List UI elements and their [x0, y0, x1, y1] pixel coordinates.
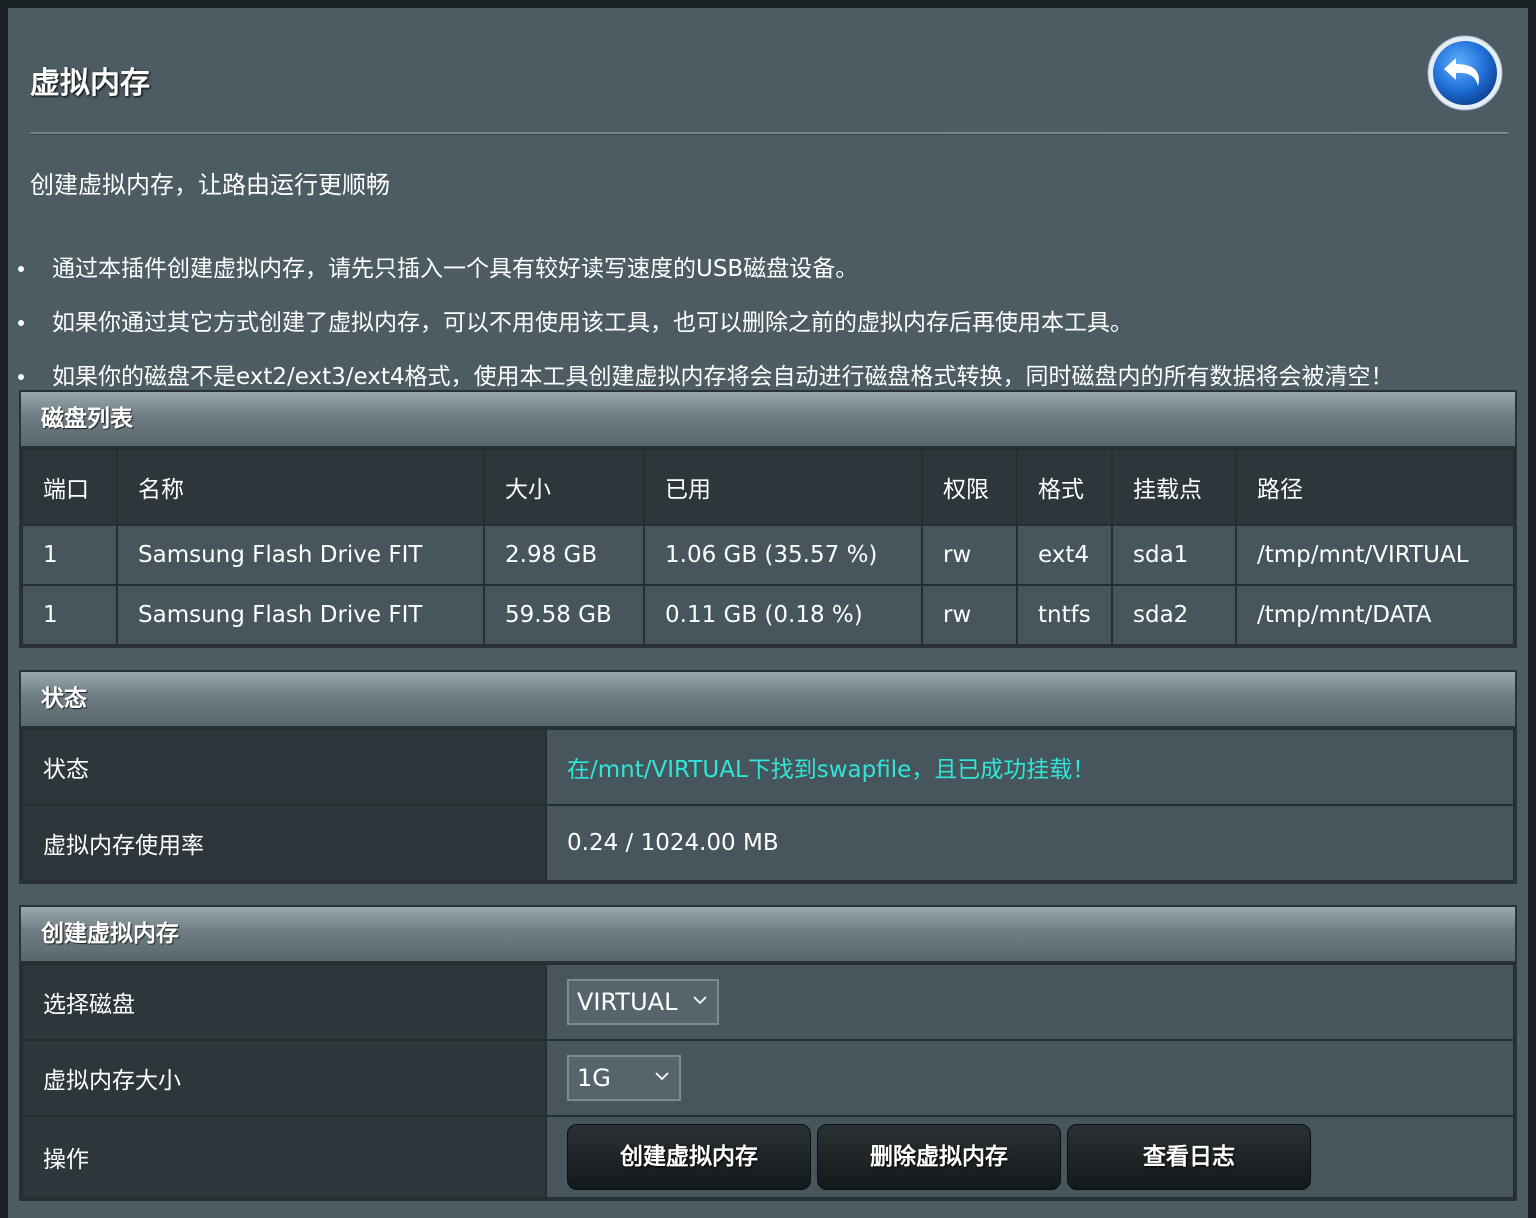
table-cell: 0.11 GB (0.18 %) [643, 584, 923, 646]
delete-swap-button[interactable]: 删除虚拟内存 [817, 1124, 1061, 1190]
column-header: 大小 [483, 448, 645, 526]
table-cell: 1.06 GB (35.57 %) [643, 524, 923, 586]
chevron-down-icon [693, 996, 707, 1005]
table-cell: rw [921, 584, 1018, 646]
page-title: 虚拟内存 [30, 66, 150, 101]
status-header: 状态 [21, 672, 1515, 728]
create-table: 选择磁盘 VIRTUAL 虚拟内存大小 1G 操作 创建虚拟内存 删除虚拟内存 … [21, 963, 1515, 1199]
column-header: 端口 [21, 448, 118, 526]
bullet-icon [18, 266, 24, 272]
column-header: 权限 [921, 448, 1018, 526]
action-label: 操作 [21, 1115, 547, 1199]
size-select[interactable]: 1G [567, 1055, 681, 1101]
table-cell: 1 [21, 524, 118, 586]
title-divider [30, 132, 1508, 135]
note-item: 如果你通过其它方式创建了虚拟内存，可以不用使用该工具，也可以删除之前的虚拟内存后… [8, 304, 1394, 358]
column-header: 格式 [1016, 448, 1113, 526]
table-cell: /tmp/mnt/VIRTUAL [1235, 524, 1515, 586]
column-header: 已用 [643, 448, 923, 526]
table-row: 操作 创建虚拟内存 删除虚拟内存 查看日志 [21, 1115, 1515, 1199]
create-section: 创建虚拟内存 选择磁盘 VIRTUAL 虚拟内存大小 1G 操作 创建虚拟内存 … [19, 905, 1517, 1201]
status-section: 状态 状态 在/mnt/VIRTUAL下找到swapfile，且已成功挂载！ 虚… [19, 670, 1517, 884]
disk-select[interactable]: VIRTUAL [567, 979, 719, 1025]
table-cell: ext4 [1016, 524, 1113, 586]
table-cell: 59.58 GB [483, 584, 645, 646]
table-cell: 2.98 GB [483, 524, 645, 586]
disk-table: 端口 名称 大小 已用 权限 格式 挂载点 路径 1 Samsung Flash… [21, 448, 1515, 646]
usage-value: 0.24 / 1024.00 MB [545, 804, 1515, 882]
status-value: 在/mnt/VIRTUAL下找到swapfile，且已成功挂载！ [545, 728, 1515, 806]
back-button[interactable] [1426, 34, 1504, 112]
table-cell: 1 [21, 584, 118, 646]
table-cell: sda2 [1111, 584, 1237, 646]
main-panel: 虚拟内存 创建虚拟内存，让路由运行更顺畅 通过本插件创建虚拟内存，请先只插入一个… [8, 8, 1528, 1218]
create-swap-button[interactable]: 创建虚拟内存 [567, 1124, 811, 1190]
create-header: 创建虚拟内存 [21, 907, 1515, 963]
table-cell: tntfs [1016, 584, 1113, 646]
chevron-down-icon [655, 1072, 669, 1081]
view-log-button[interactable]: 查看日志 [1067, 1124, 1311, 1190]
table-row: 状态 在/mnt/VIRTUAL下找到swapfile，且已成功挂载！ [21, 728, 1515, 806]
disk-list-header: 磁盘列表 [21, 392, 1515, 448]
bullet-icon [18, 374, 24, 380]
table-row: 1 Samsung Flash Drive FIT 2.98 GB 1.06 G… [21, 524, 1515, 586]
column-header: 路径 [1235, 448, 1515, 526]
table-row: 1 Samsung Flash Drive FIT 59.58 GB 0.11 … [21, 584, 1515, 646]
notes-list: 通过本插件创建虚拟内存，请先只插入一个具有较好读写速度的USB磁盘设备。 如果你… [8, 250, 1394, 412]
table-cell: rw [921, 524, 1018, 586]
column-header: 挂载点 [1111, 448, 1237, 526]
disk-list-section: 磁盘列表 端口 名称 大小 已用 权限 格式 挂载点 路径 1 Samsung … [19, 390, 1517, 648]
size-select-label: 虚拟内存大小 [21, 1039, 547, 1117]
table-row: 选择磁盘 VIRTUAL [21, 963, 1515, 1041]
status-label: 状态 [21, 728, 547, 806]
table-cell: sda1 [1111, 524, 1237, 586]
table-cell: /tmp/mnt/DATA [1235, 584, 1515, 646]
disk-select-label: 选择磁盘 [21, 963, 547, 1041]
page-subtitle: 创建虚拟内存，让路由运行更顺畅 [30, 171, 390, 199]
usage-label: 虚拟内存使用率 [21, 804, 547, 882]
bullet-icon [18, 320, 24, 326]
column-header: 名称 [116, 448, 485, 526]
note-item: 通过本插件创建虚拟内存，请先只插入一个具有较好读写速度的USB磁盘设备。 [8, 250, 1394, 304]
table-row: 虚拟内存使用率 0.24 / 1024.00 MB [21, 804, 1515, 882]
table-row: 虚拟内存大小 1G [21, 1039, 1515, 1117]
back-arrow-icon [1427, 35, 1503, 111]
table-cell: Samsung Flash Drive FIT [116, 524, 485, 586]
table-header-row: 端口 名称 大小 已用 权限 格式 挂载点 路径 [21, 448, 1515, 526]
status-table: 状态 在/mnt/VIRTUAL下找到swapfile，且已成功挂载！ 虚拟内存… [21, 728, 1515, 882]
table-cell: Samsung Flash Drive FIT [116, 584, 485, 646]
